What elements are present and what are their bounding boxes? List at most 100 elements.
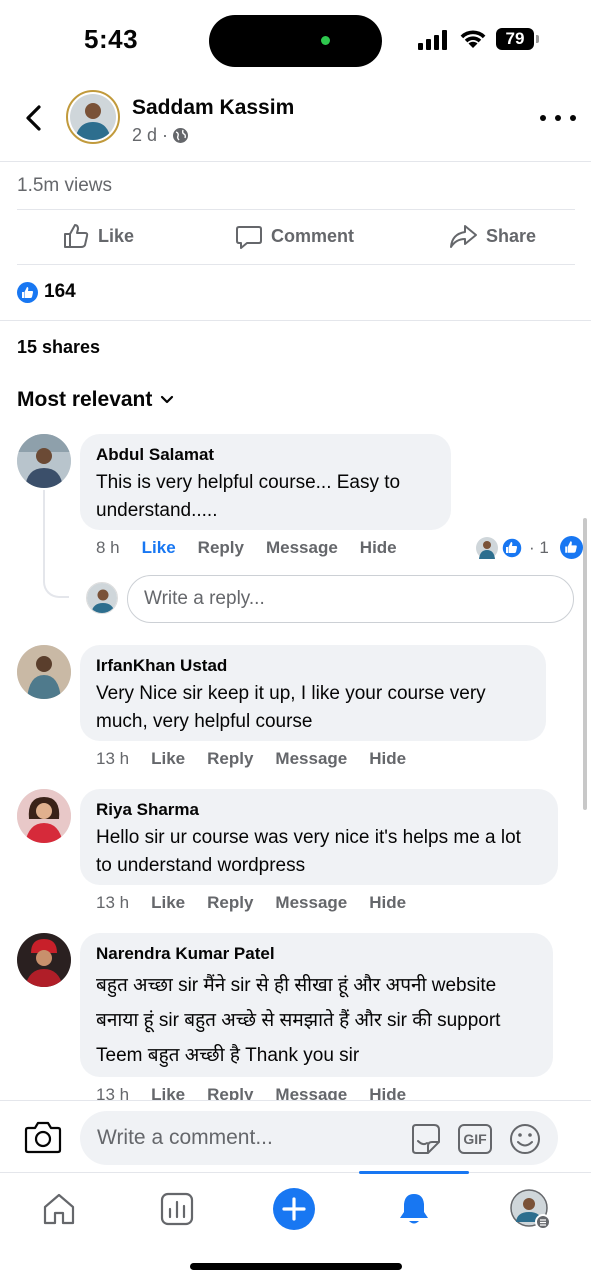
comment-hide-button[interactable]: Hide bbox=[360, 538, 397, 558]
scrollbar[interactable] bbox=[583, 518, 587, 810]
create-icon bbox=[273, 1188, 315, 1230]
like-reaction-icon bbox=[559, 536, 583, 559]
tab-notifications[interactable] bbox=[392, 1187, 436, 1231]
comment-text: Hello sir ur course was very nice it's h… bbox=[96, 827, 521, 876]
home-indicator bbox=[190, 1263, 402, 1270]
commenter-name[interactable]: Riya Sharma bbox=[96, 800, 542, 820]
comment-bubble[interactable]: IrfanKhan Ustad Very Nice sir keep it up… bbox=[80, 645, 546, 741]
reply-input[interactable]: Write a reply... bbox=[127, 575, 574, 623]
author-name[interactable]: Saddam Kassim bbox=[132, 96, 294, 120]
commenter-avatar[interactable] bbox=[17, 933, 71, 987]
reaction-summary[interactable]: 164 bbox=[17, 281, 76, 303]
share-button[interactable]: Share bbox=[448, 222, 536, 250]
comment-placeholder: Write a comment... bbox=[97, 1126, 273, 1149]
author-avatar[interactable] bbox=[66, 90, 120, 144]
comment-icon bbox=[236, 226, 262, 249]
home-icon bbox=[43, 1193, 75, 1225]
chevron-down-icon bbox=[161, 395, 174, 404]
comment-message-button[interactable]: Message bbox=[275, 893, 347, 913]
comment-composer: Write a comment... GIF bbox=[0, 1100, 591, 1172]
commenter-name[interactable]: Abdul Salamat bbox=[96, 445, 435, 465]
comment-label: Comment bbox=[271, 225, 355, 246]
reactor-avatar bbox=[476, 536, 498, 559]
post-header: Saddam Kassim 2 d · bbox=[0, 80, 591, 162]
comment-reaction-count: · 1 bbox=[529, 537, 549, 557]
share-label: Share bbox=[486, 225, 537, 246]
sticker-icon[interactable] bbox=[408, 1122, 442, 1156]
comment-actions: 13 h Like Reply Message Hide bbox=[96, 749, 428, 769]
comment-text: Very Nice sir keep it up, I like your co… bbox=[96, 683, 486, 732]
commenter-name[interactable]: IrfanKhan Ustad bbox=[96, 656, 530, 676]
comment-actions: 13 h Like Reply Message Hide bbox=[96, 893, 428, 913]
commenter-avatar[interactable] bbox=[17, 645, 71, 699]
comment-bubble[interactable]: Narendra Kumar Patel बहुत अच्छा sir मैंन… bbox=[80, 933, 553, 1077]
sort-label: Most relevant bbox=[17, 388, 153, 411]
like-button[interactable]: Like bbox=[62, 222, 134, 250]
tab-dashboard[interactable] bbox=[155, 1187, 199, 1231]
back-button[interactable] bbox=[16, 100, 50, 136]
divider bbox=[0, 320, 591, 321]
battery-level: 79 bbox=[496, 28, 534, 50]
signal-icon bbox=[418, 30, 447, 50]
camera-indicator-icon bbox=[321, 36, 330, 45]
dynamic-island bbox=[209, 15, 382, 67]
comment-actions: 8 h Like Reply Message Hide bbox=[96, 538, 419, 558]
post-actions: Like Comment Share bbox=[0, 210, 591, 264]
comment-like-button[interactable]: Like bbox=[142, 538, 176, 558]
gif-icon[interactable]: GIF bbox=[458, 1124, 492, 1154]
bottom-tab-bar bbox=[0, 1171, 591, 1280]
divider bbox=[17, 264, 575, 265]
status-time: 5:43 bbox=[84, 24, 139, 54]
comment-hide-button[interactable]: Hide bbox=[369, 893, 406, 913]
comment-input[interactable]: Write a comment... GIF bbox=[80, 1111, 558, 1165]
thumbs-up-icon bbox=[64, 224, 89, 248]
reaction-count: 164 bbox=[44, 281, 76, 302]
commenter-name[interactable]: Narendra Kumar Patel bbox=[96, 944, 537, 964]
comment-like-button[interactable]: Like bbox=[151, 893, 185, 913]
comment-text: This is very helpful course... Easy to u… bbox=[96, 472, 401, 521]
tab-profile[interactable] bbox=[508, 1187, 552, 1231]
comment-sort-dropdown[interactable]: Most relevant bbox=[17, 388, 174, 412]
chevron-left-icon bbox=[26, 105, 41, 131]
share-icon bbox=[450, 225, 477, 248]
tab-create[interactable] bbox=[272, 1187, 316, 1231]
comment-reaction-summary[interactable]: · 1 bbox=[476, 536, 583, 559]
comment-like-button[interactable]: Like bbox=[151, 749, 185, 769]
globe-icon bbox=[173, 128, 189, 143]
comment-reply-button[interactable]: Reply bbox=[207, 749, 253, 769]
comment-text: बहुत अच्छा sir मैंने sir से ही सीखा हूं … bbox=[96, 975, 501, 1066]
reply-placeholder: Write a reply... bbox=[144, 588, 265, 609]
dashboard-icon bbox=[160, 1192, 194, 1226]
comment-message-button[interactable]: Message bbox=[266, 538, 338, 558]
like-reaction-icon bbox=[17, 281, 38, 303]
active-tab-indicator bbox=[359, 1171, 469, 1174]
view-count: 1.5m views bbox=[17, 175, 113, 196]
comment-hide-button[interactable]: Hide bbox=[369, 749, 406, 769]
thread-line bbox=[43, 490, 69, 598]
like-reaction-icon bbox=[501, 536, 523, 559]
comment-button[interactable]: Comment bbox=[235, 222, 354, 250]
gif-label: GIF bbox=[463, 1131, 487, 1147]
comment-time: 8 h bbox=[96, 538, 120, 557]
comment-bubble[interactable]: Riya Sharma Hello sir ur course was very… bbox=[80, 789, 558, 885]
tab-home[interactable] bbox=[37, 1187, 81, 1231]
comment-bubble[interactable]: Abdul Salamat This is very helpful cours… bbox=[80, 434, 451, 530]
profile-icon bbox=[510, 1189, 551, 1230]
battery-icon: 79 bbox=[496, 28, 540, 50]
emoji-icon[interactable] bbox=[508, 1122, 542, 1156]
comment-message-button[interactable]: Message bbox=[275, 749, 347, 769]
share-count[interactable]: 15 shares bbox=[17, 337, 100, 358]
comment-reply-button[interactable]: Reply bbox=[198, 538, 244, 558]
commenter-avatar[interactable] bbox=[17, 789, 71, 843]
commenter-avatar[interactable] bbox=[17, 434, 71, 488]
more-options-button[interactable] bbox=[540, 106, 576, 130]
camera-icon[interactable] bbox=[24, 1119, 62, 1155]
wifi-icon bbox=[460, 30, 486, 48]
notifications-icon bbox=[400, 1194, 428, 1224]
comment-reply-button[interactable]: Reply bbox=[207, 893, 253, 913]
current-user-avatar bbox=[86, 582, 118, 614]
post-time: 2 d · bbox=[132, 125, 169, 145]
status-bar: 5:43 79 bbox=[0, 0, 591, 80]
comment-time: 13 h bbox=[96, 749, 130, 768]
comment-time: 13 h bbox=[96, 893, 130, 912]
